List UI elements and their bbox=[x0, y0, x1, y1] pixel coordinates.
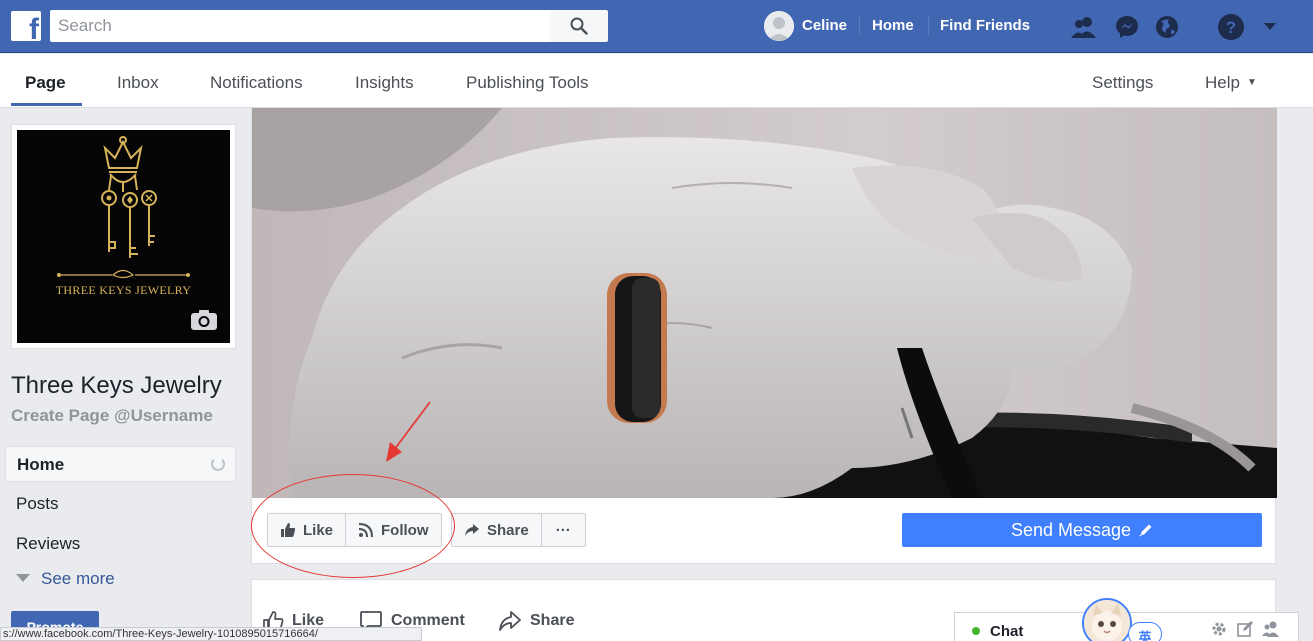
annotation-circle bbox=[251, 474, 455, 578]
sidebar-item-label: Reviews bbox=[16, 534, 81, 553]
see-more-link[interactable]: See more bbox=[16, 569, 115, 589]
compose-icon[interactable] bbox=[1236, 620, 1254, 638]
post-share-button[interactable]: Share bbox=[498, 610, 574, 632]
help-icon[interactable]: ? bbox=[1217, 13, 1245, 41]
ellipsis-icon: ··· bbox=[555, 521, 571, 539]
chat-label: Chat bbox=[990, 623, 1024, 640]
chat-contact-avatar[interactable] bbox=[1082, 598, 1132, 641]
create-username-link[interactable]: Create Page @Username bbox=[11, 406, 213, 426]
divider bbox=[859, 16, 860, 36]
sidebar-item-home[interactable]: Home bbox=[5, 446, 236, 482]
notifications-globe-icon[interactable] bbox=[1153, 13, 1181, 41]
sidebar-item-label: Home bbox=[17, 455, 65, 474]
caret-down-icon: ▼ bbox=[1246, 77, 1257, 88]
sidebar-item-posts[interactable]: Posts bbox=[5, 486, 236, 522]
search-input[interactable] bbox=[50, 10, 550, 42]
camera-icon[interactable] bbox=[190, 309, 218, 331]
crown-keys-logo-icon bbox=[57, 136, 190, 279]
help-menu[interactable]: Help ▼ bbox=[1205, 73, 1257, 93]
top-bar: f Celine Home Find Friends ? bbox=[0, 0, 1313, 53]
sidebar-item-reviews[interactable]: Reviews bbox=[5, 526, 236, 562]
profile-picture-frame: THREE KEYS JEWELRY bbox=[11, 124, 236, 349]
tab-notifications[interactable]: Notifications bbox=[210, 73, 303, 93]
pencil-icon bbox=[1139, 524, 1152, 537]
more-options-button[interactable]: ··· bbox=[540, 514, 585, 546]
messenger-icon[interactable] bbox=[1113, 13, 1141, 41]
friend-requests-icon[interactable] bbox=[1070, 13, 1098, 41]
caret-down-icon bbox=[16, 574, 30, 582]
gear-icon[interactable] bbox=[1210, 620, 1228, 638]
facebook-logo-icon[interactable]: f bbox=[11, 11, 41, 41]
sidebar-item-label: Posts bbox=[16, 494, 59, 513]
send-message-button[interactable]: Send Message bbox=[902, 513, 1262, 547]
account-menu-icon[interactable] bbox=[1256, 13, 1284, 41]
find-friends-link[interactable]: Find Friends bbox=[940, 17, 1030, 34]
svg-text:?: ? bbox=[1226, 18, 1236, 37]
divider bbox=[928, 16, 929, 36]
search-button[interactable] bbox=[550, 10, 608, 42]
page-name: Three Keys Jewelry bbox=[11, 372, 222, 399]
page-nav: Page Inbox Notifications Insights Publis… bbox=[0, 54, 1313, 108]
settings-link[interactable]: Settings bbox=[1092, 73, 1153, 93]
active-tab-indicator bbox=[11, 103, 82, 106]
loading-spinner-icon bbox=[211, 457, 225, 471]
share-arrow-icon bbox=[465, 524, 479, 536]
profile-picture[interactable]: THREE KEYS JEWELRY bbox=[17, 130, 230, 343]
tab-page[interactable]: Page bbox=[25, 73, 66, 93]
annotation-arrow bbox=[386, 401, 431, 462]
add-friends-to-chat-icon[interactable] bbox=[1262, 620, 1280, 638]
share-more-group: Share ··· bbox=[451, 513, 586, 547]
tab-publishing-tools[interactable]: Publishing Tools bbox=[466, 73, 589, 93]
status-bar-url: s://www.facebook.com/Three-Keys-Jewelry-… bbox=[0, 627, 422, 641]
share-page-button[interactable]: Share bbox=[452, 514, 541, 546]
profile-link[interactable]: Celine bbox=[802, 17, 847, 34]
logo-wordmark: THREE KEYS JEWELRY bbox=[55, 283, 192, 297]
home-link[interactable]: Home bbox=[872, 17, 914, 34]
help-label: Help bbox=[1205, 73, 1240, 92]
tab-inbox[interactable]: Inbox bbox=[117, 73, 159, 93]
input-method-indicator[interactable]: 英 bbox=[1128, 622, 1162, 641]
online-status-dot bbox=[972, 627, 980, 635]
search-icon bbox=[570, 17, 588, 35]
tab-insights[interactable]: Insights bbox=[355, 73, 414, 93]
user-avatar[interactable] bbox=[764, 11, 794, 41]
share-arrow-icon bbox=[499, 611, 521, 631]
